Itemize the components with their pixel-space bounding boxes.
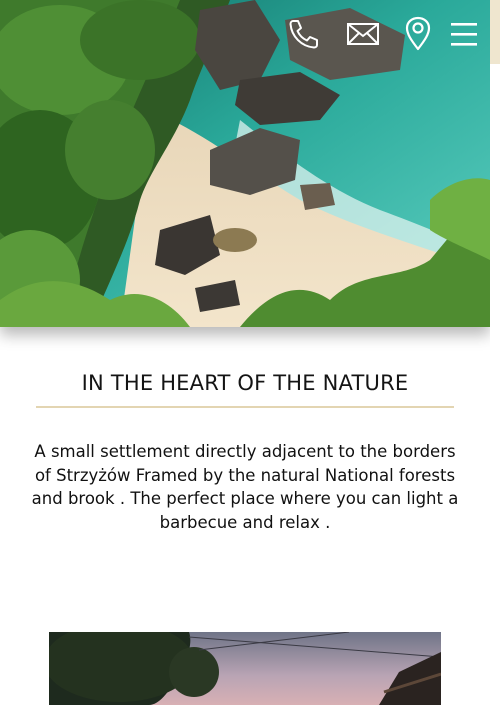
location-pin-icon[interactable] xyxy=(398,14,438,54)
dusk-photo-illustration xyxy=(49,632,441,705)
dusk-photo xyxy=(49,632,441,705)
mail-icon[interactable] xyxy=(343,14,383,54)
scrollbar-track[interactable] xyxy=(490,0,500,705)
scrollbar-thumb[interactable] xyxy=(490,0,500,64)
menu-icon[interactable] xyxy=(444,14,484,54)
intro-text: A small settlement directly adjacent to … xyxy=(31,442,459,532)
section-heading: IN THE HEART OF THE NATURE xyxy=(81,371,409,395)
section-divider xyxy=(36,406,454,408)
phone-icon[interactable] xyxy=(284,14,324,54)
hero-image xyxy=(0,0,490,327)
